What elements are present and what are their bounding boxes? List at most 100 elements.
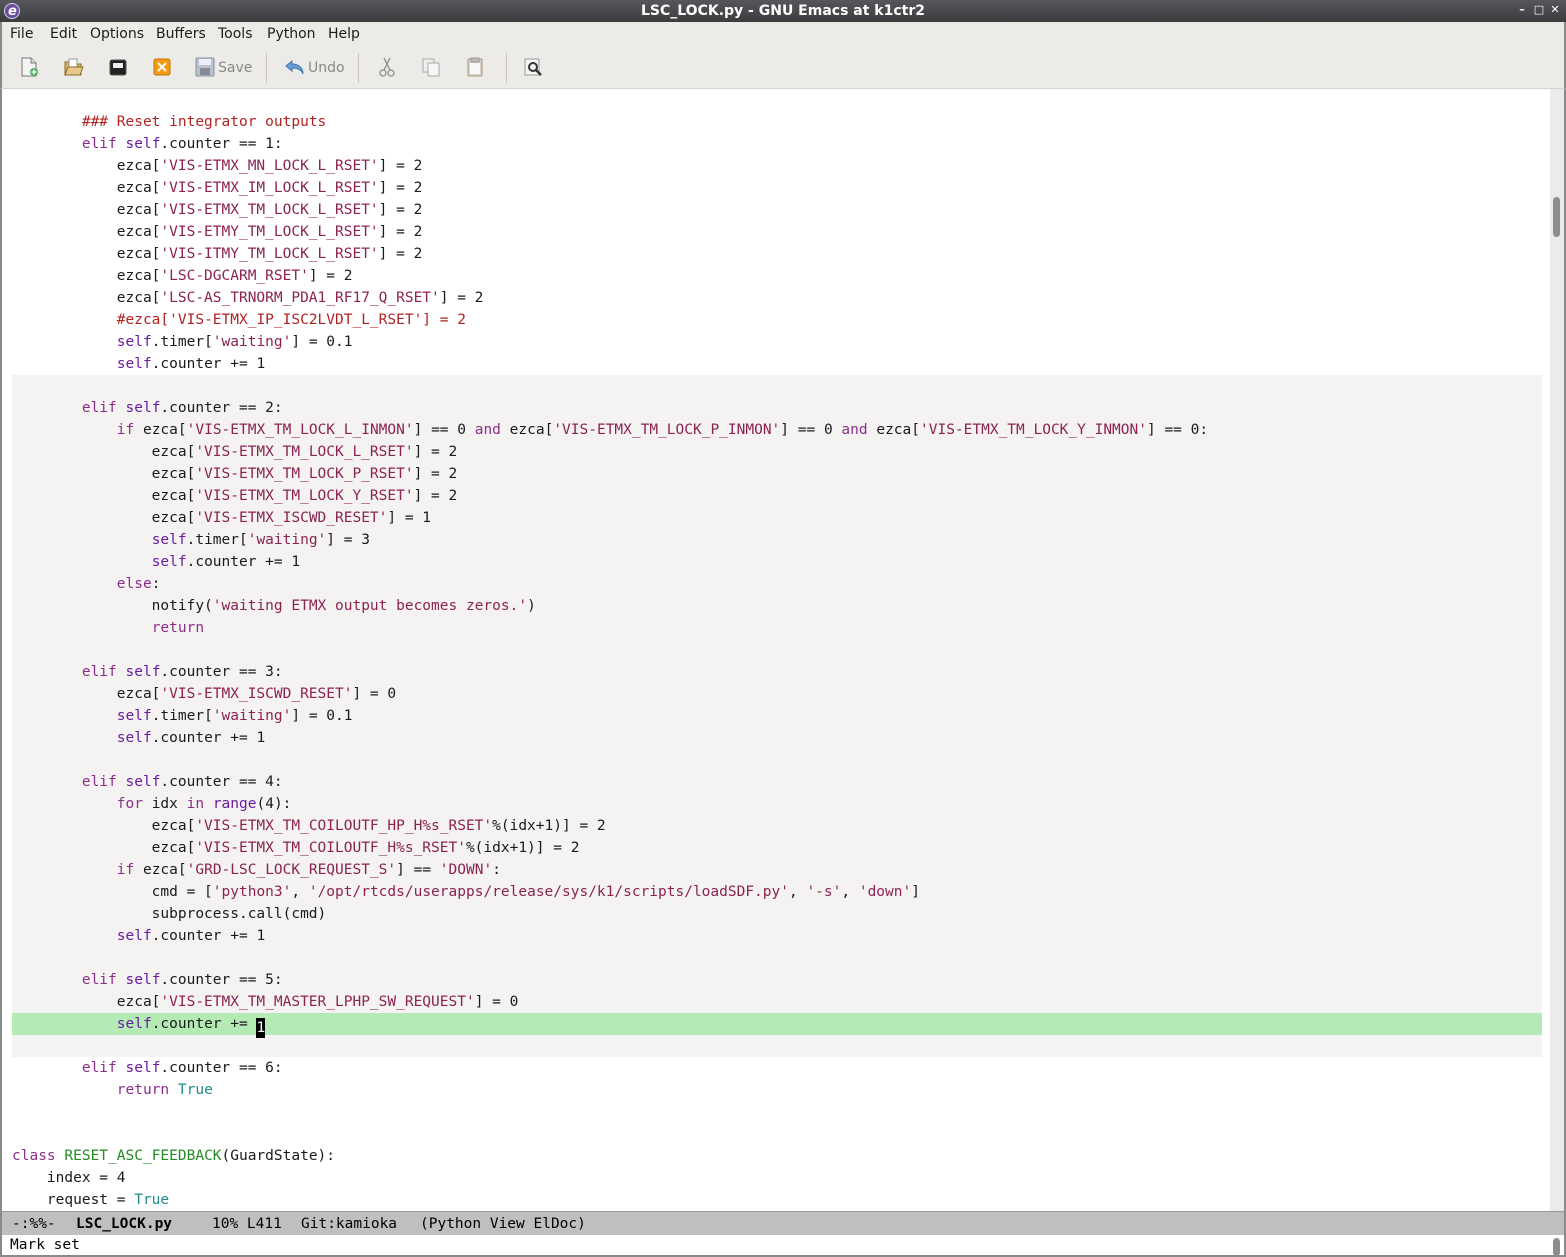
code-line[interactable]	[12, 947, 1542, 969]
code-line[interactable]: ezca['VIS-ETMX_TM_LOCK_Y_RSET'] = 2	[12, 485, 1542, 507]
menu-edit[interactable]: Edit	[50, 26, 77, 42]
save-icon	[195, 57, 215, 77]
code-line[interactable]: request = True	[12, 1189, 1542, 1211]
code-line[interactable]: ezca['LSC-AS_TRNORM_PDA1_RF17_Q_RSET'] =…	[12, 287, 1542, 309]
code-line[interactable]: elif self.counter == 4:	[12, 771, 1542, 793]
code-line[interactable]: ezca['VIS-ETMX_TM_COILOUTF_H%s_RSET'%(id…	[12, 837, 1542, 859]
close-icon[interactable]: ✕	[1548, 3, 1562, 17]
paste-icon	[467, 57, 483, 77]
code-line[interactable]: return True	[12, 1079, 1542, 1101]
code-line[interactable]: notify('waiting ETMX output becomes zero…	[12, 595, 1542, 617]
code-line[interactable]: else:	[12, 573, 1542, 595]
minibuffer-scrollbar[interactable]	[1553, 1238, 1560, 1256]
modeline-vcs[interactable]: Git:kamioka	[301, 1213, 397, 1235]
code-line[interactable]: if ezca['GRD-LSC_LOCK_REQUEST_S'] == 'DO…	[12, 859, 1542, 881]
undo-button[interactable]: Undo	[284, 56, 346, 80]
code-line[interactable]: #ezca['VIS-ETMX_IP_ISC2LVDT_L_RSET'] = 2	[12, 309, 1542, 331]
code-line[interactable]: ezca['VIS-ETMX_TM_LOCK_P_RSET'] = 2	[12, 463, 1542, 485]
modeline-buffer-name[interactable]: LSC_LOCK.py	[76, 1213, 172, 1235]
minibuffer[interactable]: Mark set	[0, 1235, 1566, 1257]
code-line[interactable]: ### Reset integrator outputs	[12, 111, 1542, 133]
code-token: .counter += 1	[186, 554, 301, 570]
code-token: 'VIS-ETMX_TM_LOCK_P_INMON'	[553, 422, 781, 438]
code-line[interactable]: ezca['VIS-ETMX_ISCWD_RESET'] = 1	[12, 507, 1542, 529]
code-token: ] == 0	[780, 422, 842, 438]
menu-tools[interactable]: Tools	[218, 26, 253, 42]
code-line[interactable]: ezca['VIS-ETMY_TM_LOCK_L_RSET'] = 2	[12, 221, 1542, 243]
code-token: .timer[	[186, 532, 248, 548]
code-line[interactable]	[12, 749, 1542, 771]
code-line[interactable]: self.counter += 1	[12, 551, 1542, 573]
code-line[interactable]	[12, 1035, 1542, 1057]
code-line[interactable]: ezca['VIS-ETMX_TM_LOCK_L_RSET'] = 2	[12, 441, 1542, 463]
code-line[interactable]: return	[12, 617, 1542, 639]
code-line[interactable]: ezca['VIS-ETMX_MN_LOCK_L_RSET'] = 2	[12, 155, 1542, 177]
menu-help[interactable]: Help	[328, 26, 360, 42]
undo-icon	[285, 59, 304, 75]
code-line[interactable]: ezca['VIS-ETMX_TM_COILOUTF_HP_H%s_RSET'%…	[12, 815, 1542, 837]
code-line[interactable]: ezca['VIS-ITMY_TM_LOCK_L_RSET'] = 2	[12, 243, 1542, 265]
code-line[interactable]	[12, 1101, 1542, 1123]
code-line[interactable]: elif self.counter == 2:	[12, 397, 1542, 419]
maximize-icon[interactable]: □	[1532, 3, 1546, 17]
code-token: elif	[81, 664, 117, 680]
scrollbar-thumb[interactable]	[1553, 197, 1560, 237]
code-token: for	[116, 796, 143, 812]
code-buffer[interactable]: ### Reset integrator outputs elif self.c…	[12, 89, 1542, 1211]
code-line[interactable]: ezca['VIS-ETMX_ISCWD_RESET'] = 0	[12, 683, 1542, 705]
code-line[interactable]: class RESET_ASC_FEEDBACK(GuardState):	[12, 1145, 1542, 1167]
save-label: Save	[218, 60, 253, 76]
code-line[interactable]: ezca['VIS-ETMX_TM_LOCK_L_RSET'] = 2	[12, 199, 1542, 221]
code-token: 'down'	[858, 884, 912, 900]
code-line[interactable]: for idx in range(4):	[12, 793, 1542, 815]
code-line[interactable]	[12, 1123, 1542, 1145]
code-token: ] = 0.1	[291, 334, 353, 350]
code-line[interactable]: self.timer['waiting'] = 0.1	[12, 331, 1542, 353]
code-line[interactable]	[12, 639, 1542, 661]
code-line[interactable]: ezca['VIS-ETMX_TM_MASTER_LPHP_SW_REQUEST…	[12, 991, 1542, 1013]
code-line[interactable]: self.timer['waiting'] = 0.1	[12, 705, 1542, 727]
code-line[interactable]: elif self.counter == 6:	[12, 1057, 1542, 1079]
code-line[interactable]	[12, 89, 1542, 111]
code-line[interactable]: if ezca['VIS-ETMX_TM_LOCK_L_INMON'] == 0…	[12, 419, 1542, 441]
code-line[interactable]: index = 4	[12, 1167, 1542, 1189]
code-line[interactable]	[12, 375, 1542, 397]
vertical-scrollbar[interactable]	[1550, 89, 1564, 1211]
code-token: 'VIS-ETMX_TM_LOCK_L_RSET'	[160, 202, 379, 218]
menu-options[interactable]: Options	[90, 26, 144, 42]
code-line[interactable]: cmd = ['python3', '/opt/rtcds/userapps/r…	[12, 881, 1542, 903]
current-line[interactable]: self.counter += 1	[12, 1013, 1542, 1038]
code-token: self	[116, 334, 152, 350]
code-line[interactable]: self.counter += 1	[12, 353, 1542, 375]
code-line[interactable]: subprocess.call(cmd)	[12, 903, 1542, 925]
code-line[interactable]: self.counter += 1	[12, 925, 1542, 947]
code-token: )	[527, 598, 536, 614]
code-line[interactable]: self.timer['waiting'] = 3	[12, 529, 1542, 551]
code-line[interactable]: elif self.counter == 5:	[12, 969, 1542, 991]
menu-buffers[interactable]: Buffers	[156, 26, 206, 42]
save-button[interactable]: Save	[194, 56, 254, 80]
code-line[interactable]: ezca['VIS-ETMX_IM_LOCK_L_RSET'] = 2	[12, 177, 1542, 199]
code-token: ] = 2	[378, 202, 423, 218]
code-token: 'waiting ETMX output becomes zeros.'	[212, 598, 528, 614]
new-file-icon	[21, 57, 38, 77]
code-line[interactable]: elif self.counter == 3:	[12, 661, 1542, 683]
code-token: ]	[911, 884, 920, 900]
code-token: elif	[81, 972, 117, 988]
code-token: 'waiting'	[247, 532, 327, 548]
code-token: class	[12, 1148, 56, 1164]
code-line[interactable]: self.counter += 1	[12, 727, 1542, 749]
code-line[interactable]: ezca['LSC-DGCARM_RSET'] = 2	[12, 265, 1542, 287]
code-line[interactable]: elif self.counter == 1:	[12, 133, 1542, 155]
modeline-modes[interactable]: (Python View ElDoc)	[420, 1213, 586, 1235]
minimize-icon[interactable]: –	[1515, 3, 1529, 17]
code-token: True	[177, 1082, 213, 1098]
code-token: ] = 3	[326, 532, 370, 548]
code-token: 'VIS-ETMX_ISCWD_RESET'	[195, 510, 388, 526]
menu-python[interactable]: Python	[267, 26, 316, 42]
menu-file[interactable]: File	[10, 26, 33, 42]
code-token: ] = 2	[378, 246, 423, 262]
